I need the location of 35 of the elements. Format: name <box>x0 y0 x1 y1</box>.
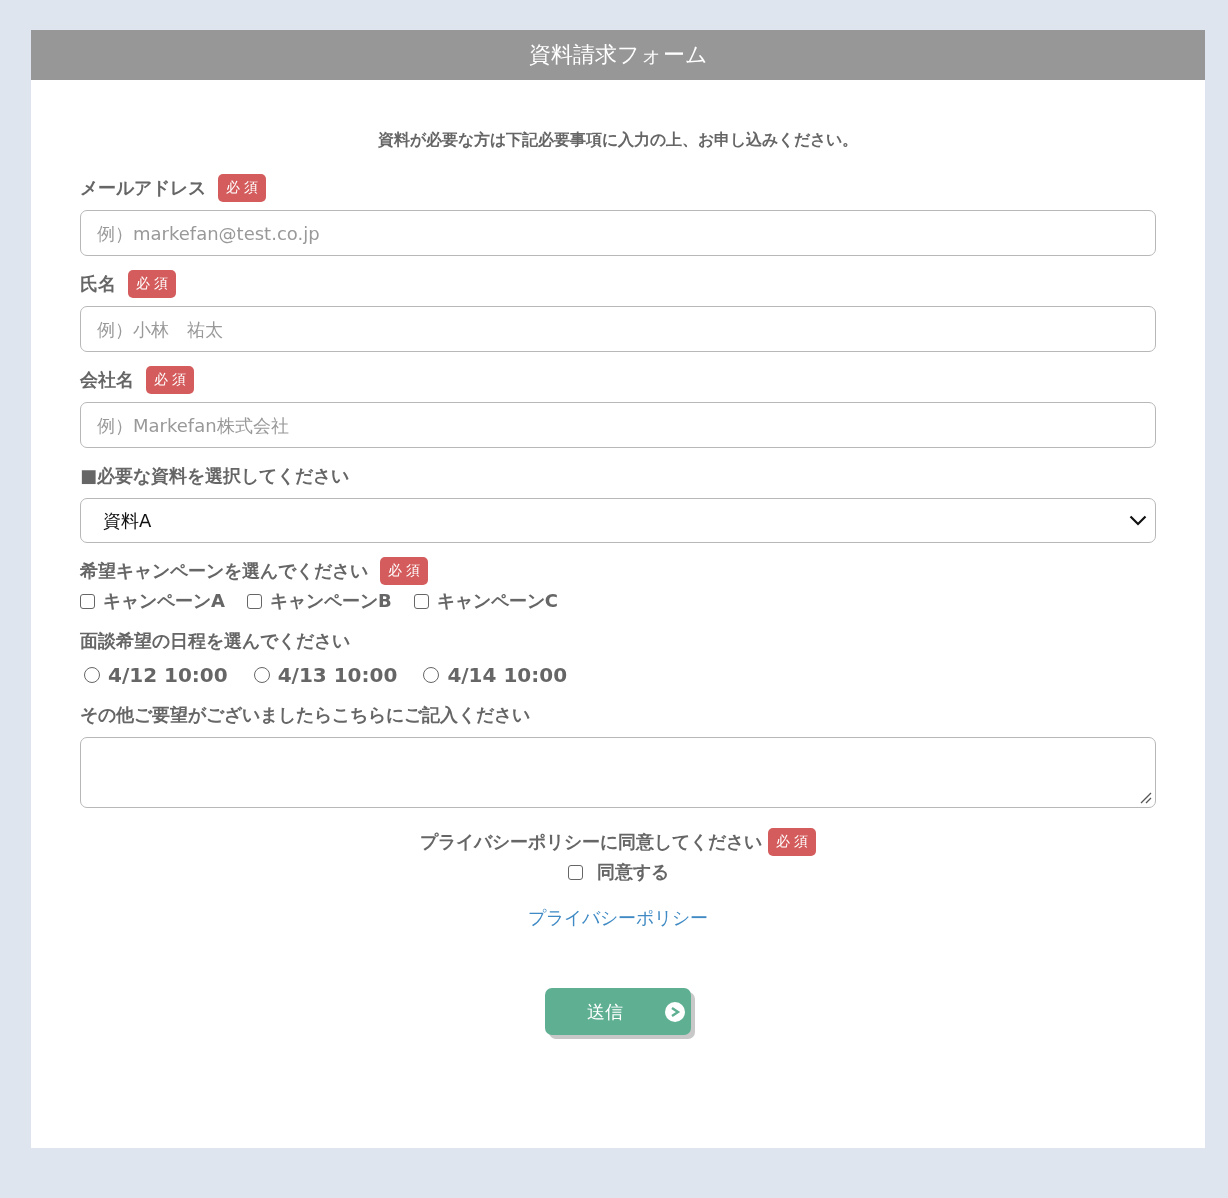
input-field[interactable]: 例）markefan@test.co.jp <box>80 210 1156 256</box>
required-badge: 必 須 <box>767 828 817 856</box>
date-option[interactable]: 4/12 10:00 <box>80 663 228 687</box>
field-label: ■必要な資料を選択してください <box>80 464 349 488</box>
date-option[interactable]: 4/14 10:00 <box>419 663 568 687</box>
intro-text: 資料が必要な方は下記必要事項に入力の上、お申し込みください。 <box>377 129 859 151</box>
checkbox[interactable] <box>80 593 95 609</box>
input-field[interactable]: 例）Markefan株式会社 <box>80 402 1156 448</box>
arrow-circle-icon <box>665 1001 685 1022</box>
privacy-policy-link[interactable]: プライバシーポリシー <box>528 906 708 930</box>
required-badge: 必 須 <box>128 270 177 298</box>
date-option[interactable]: 4/13 10:00 <box>249 663 398 687</box>
field-label: メールアドレス <box>80 176 206 200</box>
field-label: 氏名 <box>80 272 116 296</box>
field-label: 会社名 <box>80 368 134 392</box>
campaign-option[interactable]: キャンペーンB <box>246 589 392 613</box>
checkbox[interactable] <box>567 864 583 880</box>
textarea-field[interactable] <box>80 737 1156 808</box>
form-header: 資料請求フォーム <box>31 30 1205 80</box>
input-field[interactable]: 例）小林 祐太 <box>80 306 1156 352</box>
checkbox[interactable] <box>413 593 429 609</box>
checkbox[interactable] <box>246 593 262 609</box>
resize-grip-icon <box>1140 792 1152 804</box>
consent-label: プライバシーポリシーに同意してください <box>419 830 762 854</box>
select-field[interactable]: 資料A <box>80 498 1156 543</box>
chevron-down-icon <box>1129 515 1147 526</box>
field-label: その他ご要望がございましたらこちらにご記入ください <box>80 703 530 727</box>
field-label: 希望キャンペーンを選んでください <box>80 559 368 583</box>
campaign-option[interactable]: キャンペーンA <box>80 589 225 613</box>
required-badge: 必 須 <box>380 557 429 585</box>
field-label: 面談希望の日程を選んでください <box>80 629 350 653</box>
required-badge: 必 須 <box>146 366 195 394</box>
campaign-option[interactable]: キャンペーンC <box>413 589 558 613</box>
agree-option[interactable]: 同意する <box>567 860 669 884</box>
required-badge: 必 須 <box>218 174 267 202</box>
